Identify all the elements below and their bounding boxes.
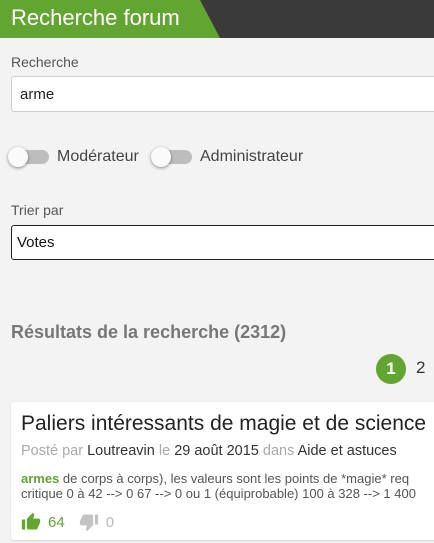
pagination-page-2[interactable]: 2 xyxy=(416,358,425,378)
app-header: Recherche forum xyxy=(0,0,434,38)
toggle-track[interactable] xyxy=(151,147,192,167)
post-category[interactable]: Aide et astuces xyxy=(298,443,397,459)
search-label: Recherche xyxy=(11,54,79,70)
vote-bar: 64 0 xyxy=(21,512,114,532)
excerpt-line-1: de corps à corps), les valeurs sont les … xyxy=(59,471,410,486)
moderator-toggle[interactable]: Modérateur xyxy=(8,146,139,168)
sort-select[interactable]: Votes xyxy=(11,225,434,260)
category-prefix: dans xyxy=(262,443,295,459)
downvote-count: 0 xyxy=(105,513,115,531)
toggle-track[interactable] xyxy=(8,147,49,167)
administrator-toggle[interactable]: Administrateur xyxy=(151,146,304,168)
post-date: 29 août 2015 xyxy=(174,443,259,459)
sort-label: Trier par xyxy=(11,202,64,218)
thumbs-down-icon[interactable] xyxy=(79,512,99,532)
excerpt-line-2: critique 0 à 42 --> 0 67 --> 0 ou 1 (équ… xyxy=(21,486,416,501)
post-title[interactable]: Paliers intéressants de magie et de scie… xyxy=(21,412,426,436)
page-title: Recherche forum xyxy=(11,5,180,30)
toggle-knob[interactable] xyxy=(8,147,28,167)
posted-by-label: Posté par xyxy=(21,443,84,459)
excerpt-highlight: armes xyxy=(21,471,60,486)
post-excerpt: armes de corps à corps), les valeurs son… xyxy=(21,471,416,501)
search-input[interactable] xyxy=(11,76,434,112)
upvote-count: 64 xyxy=(48,513,65,531)
result-card[interactable]: Paliers intéressants de magie et de scie… xyxy=(11,402,434,540)
administrator-toggle-label: Administrateur xyxy=(200,148,304,165)
pagination-page-1[interactable]: 1 xyxy=(376,354,406,384)
date-prefix: le xyxy=(158,443,171,459)
results-title: Résultats de la recherche (2312) xyxy=(11,322,287,342)
post-meta: Posté par Loutreavin le 29 août 2015 dan… xyxy=(21,443,397,459)
moderator-toggle-label: Modérateur xyxy=(57,148,139,165)
toggle-knob[interactable] xyxy=(151,147,171,167)
post-author[interactable]: Loutreavin xyxy=(87,443,155,459)
thumbs-up-icon[interactable] xyxy=(21,512,41,532)
